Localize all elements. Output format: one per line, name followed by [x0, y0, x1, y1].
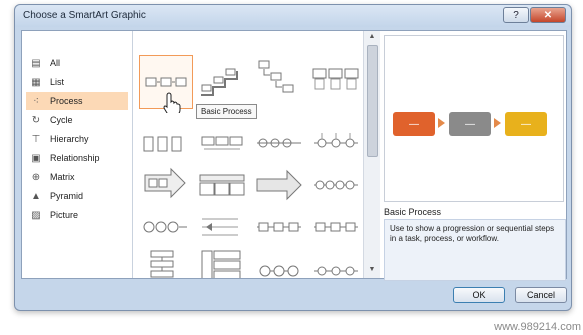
cancel-button[interactable]: Cancel: [515, 287, 567, 303]
category-all[interactable]: ▤ All: [26, 54, 128, 72]
cycle-icon: ↻: [31, 114, 41, 126]
layout-linked-circles[interactable]: [310, 245, 362, 278]
preview-pane: — — — Basic Process Use to show a progre…: [380, 31, 566, 281]
category-process[interactable]: ⁖ Process: [26, 92, 128, 110]
category-label: Matrix: [50, 172, 75, 182]
scroll-up-arrow-icon[interactable]: ▲: [367, 33, 377, 43]
process-icon: ⁖: [33, 95, 39, 107]
layout-step-up-process[interactable]: [196, 55, 248, 107]
title-bar: Choose a SmartArt Graphic ? ✕: [15, 5, 571, 27]
preview-arrow-1: [438, 118, 445, 128]
category-label: Picture: [50, 210, 79, 220]
layout-circular-steps[interactable]: [253, 245, 305, 278]
category-label: Hierarchy: [50, 134, 89, 144]
hierarchy-icon: ⊤: [31, 133, 41, 145]
preview-shape-3: —: [505, 112, 547, 136]
hand-cursor-icon: [163, 91, 181, 116]
layout-vertical-box-list[interactable]: [196, 245, 248, 278]
layout-alternating-flow[interactable]: [196, 113, 248, 165]
layout-continuous-block-process[interactable]: [253, 113, 305, 165]
picture-icon: ▨: [31, 209, 41, 221]
layout-accent-process[interactable]: [310, 55, 362, 107]
category-label: List: [50, 77, 65, 87]
category-label: All: [50, 58, 61, 68]
dialog-body: ▤ All ▦ List ⁖ Process ↻ Cycle ⊤ Hierarc…: [21, 30, 567, 281]
relationship-icon: ▣: [31, 152, 41, 164]
gallery-scrollbar[interactable]: ▲ ▼: [363, 31, 380, 278]
category-list-item[interactable]: ▦ List: [26, 73, 128, 91]
pyramid-icon: ▲: [31, 190, 41, 202]
preview-description: Use to show a progression or sequential …: [384, 219, 566, 281]
category-picture[interactable]: ▨ Picture: [26, 206, 128, 224]
list-icon: ▦: [31, 76, 41, 88]
dialog-title: Choose a SmartArt Graphic: [23, 10, 146, 21]
help-button[interactable]: ?: [503, 7, 529, 23]
scroll-down-arrow-icon[interactable]: ▼: [367, 266, 377, 276]
category-list: ▤ All ▦ List ⁖ Process ↻ Cycle ⊤ Hierarc…: [22, 31, 133, 278]
all-icon: ▤: [31, 57, 41, 69]
layout-tooltip: Basic Process: [196, 104, 257, 119]
preview-arrow-2: [494, 118, 501, 128]
category-hierarchy[interactable]: ⊤ Hierarchy: [26, 130, 128, 148]
scroll-thumb[interactable]: [367, 45, 378, 157]
category-matrix[interactable]: ⊕ Matrix: [26, 168, 128, 186]
preview-shape-1: —: [393, 112, 435, 136]
category-cycle[interactable]: ↻ Cycle: [26, 111, 128, 129]
layout-timeline-process[interactable]: [310, 113, 362, 165]
smartart-dialog: Choose a SmartArt Graphic ? ✕ ▤ All ▦ Li…: [14, 4, 572, 311]
category-pyramid[interactable]: ▲ Pyramid: [26, 187, 128, 205]
category-label: Relationship: [50, 153, 100, 163]
layout-vertical-process[interactable]: [139, 245, 191, 278]
layout-picture-accent-process[interactable]: [139, 113, 191, 165]
category-label: Cycle: [50, 115, 73, 125]
ok-button[interactable]: OK: [453, 287, 505, 303]
category-relationship[interactable]: ▣ Relationship: [26, 149, 128, 167]
category-label: Pyramid: [50, 191, 84, 201]
watermark: www.989214.com: [494, 321, 581, 333]
category-label: Process: [50, 96, 83, 106]
matrix-icon: ⊕: [31, 171, 41, 183]
preview-graphic: — — —: [384, 35, 564, 202]
preview-shape-2: —: [449, 112, 491, 136]
close-button[interactable]: ✕: [530, 7, 566, 23]
layout-step-down-process[interactable]: [253, 55, 305, 107]
preview-title: Basic Process: [384, 207, 442, 217]
layout-gallery: Basic Process: [133, 31, 363, 278]
